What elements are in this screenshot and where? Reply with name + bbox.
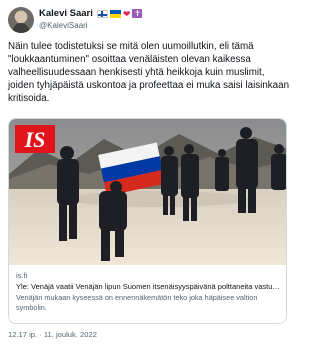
author-name-row: Kalevi Saari ❤ ✝ <box>39 8 143 19</box>
avatar[interactable] <box>8 7 34 33</box>
author-handle[interactable]: @KaleviSaari <box>39 21 88 30</box>
ukraine-flag-icon <box>109 9 121 18</box>
is-logo-text: IS <box>24 127 46 152</box>
card-domain: is.fi <box>16 271 28 280</box>
card-description: Venäjän mukaan kyseessä on ennennäkemätö… <box>16 293 258 312</box>
latin-cross-icon: ✝ <box>132 9 143 18</box>
tweet-header: Kalevi Saari ❤ ✝ @KaleviSaari <box>8 7 288 35</box>
tweet-timestamp[interactable]: 12.17 ip. · 11. jouluk. 2022 <box>8 330 97 339</box>
tweet-text: Näin tulee todistetuksi se mitä olen uum… <box>8 41 290 104</box>
card-image[interactable]: IS <box>9 119 287 265</box>
link-card[interactable]: IS is.fi Yle: Venäjä vaatii Venäjän lipu… <box>8 118 287 324</box>
finland-flag-icon <box>96 9 108 18</box>
heart-icon: ❤ <box>122 8 131 19</box>
author-name[interactable]: Kalevi Saari <box>39 8 93 19</box>
card-footer[interactable]: is.fi Yle: Venäjä vaatii Venäjän lipun S… <box>9 266 286 323</box>
card-title[interactable]: Yle: Venäjä vaatii Venäjän lipun Suomen … <box>16 282 282 291</box>
